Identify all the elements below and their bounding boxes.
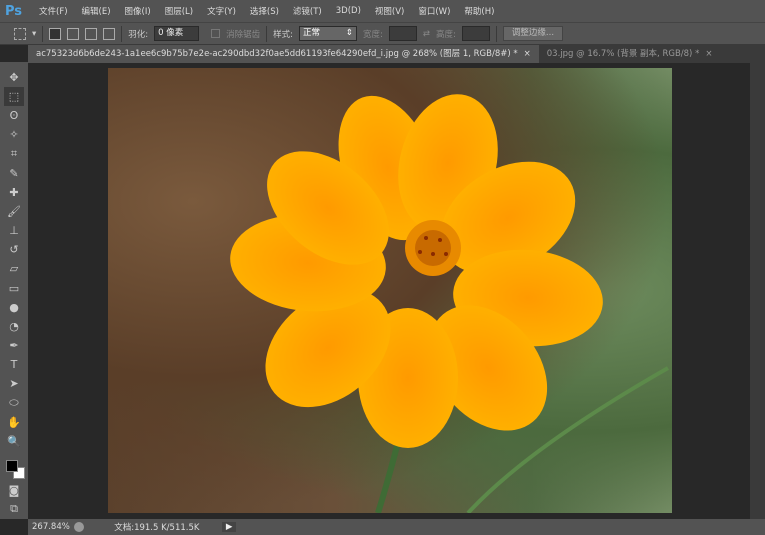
menu-bar: Ps 文件(F) 编辑(E) 图像(I) 图层(L) 文字(Y) 选择(S) 滤… [0,0,765,22]
status-bar: 267.84% 文档:191.5 K/511.5K ▶ [28,519,765,535]
brush-tool-icon[interactable]: 🖌 [4,202,24,221]
vertical-scrollbar[interactable] [750,63,765,519]
menu-view[interactable]: 视图(V) [368,5,411,17]
marquee-tool-icon[interactable]: ⬚ [4,87,24,107]
canvas-image-flower[interactable] [108,68,672,513]
shape-tool-icon[interactable]: ⬭ [4,393,24,412]
pen-tool-icon[interactable]: ✒ [4,336,24,355]
photoshop-logo: Ps [5,3,23,19]
swap-icon[interactable]: ⇄ [423,29,430,39]
width-label: 宽度: [363,29,383,40]
dodge-tool-icon[interactable]: ◔ [4,317,24,336]
menu-help[interactable]: 帮助(H) [457,5,501,17]
antialias-label: 消除锯齿 [226,29,261,40]
document-size: 文档:191.5 K/511.5K [114,523,200,533]
tab-label: ac75323d6b6de243-1a1ee6c9b75b7e2e-ac290d… [36,49,518,59]
style-select[interactable]: 正常 ⇕ [299,26,358,41]
magic-wand-icon[interactable]: ✧ [4,125,24,144]
menu-window[interactable]: 窗口(W) [411,5,457,17]
zoom-tool-icon[interactable]: 🔍 [4,432,24,451]
subtract-selection-icon[interactable] [85,27,98,40]
quick-mask-icon[interactable]: ◙ [4,481,24,500]
divider [42,25,44,42]
menu-3d[interactable]: 3D(D) [329,6,368,16]
crop-tool-icon[interactable]: ⌗ [4,145,24,164]
add-selection-icon[interactable] [67,27,80,40]
close-icon[interactable]: × [705,49,712,59]
menu-filter[interactable]: 滤镜(T) [286,5,329,17]
menu-image[interactable]: 图像(I) [118,5,158,17]
divider [121,25,123,42]
divider [495,25,497,42]
refine-edge-button[interactable]: 调整边缘... [502,26,564,41]
color-swatches[interactable] [3,455,25,481]
chevron-updown-icon: ⇕ [345,28,354,38]
height-input[interactable] [461,26,490,41]
tab-label: 03.jpg @ 16.7% (背景 副本, RGB/8) * [546,49,700,59]
marquee-preset-icon[interactable] [14,27,26,40]
antialias-checkbox[interactable] [211,29,221,38]
feather-label: 羽化: [128,29,149,40]
path-selection-icon[interactable]: ➤ [4,374,24,393]
history-brush-icon[interactable]: ↺ [4,240,24,259]
foreground-color-swatch[interactable] [6,459,18,472]
status-menu-arrow-icon[interactable]: ▶ [221,522,237,532]
clone-stamp-icon[interactable]: ⊥ [4,221,24,240]
menu-select[interactable]: 选择(S) [243,5,286,17]
feather-input[interactable]: 0 像素 [154,26,200,41]
screen-mode-icon[interactable]: ⧉ [4,500,24,519]
style-value: 正常 [303,28,321,38]
hand-tool-icon[interactable]: ✋ [4,413,24,432]
tab-document-2[interactable]: 03.jpg @ 16.7% (背景 副本, RGB/8) * × [539,45,721,63]
tab-document-1[interactable]: ac75323d6b6de243-1a1ee6c9b75b7e2e-ac290d… [28,45,539,63]
lasso-tool-icon[interactable]: ʘ [4,106,24,125]
info-icon[interactable] [73,522,84,532]
flower-illustration [230,94,669,513]
menu-edit[interactable]: 编辑(E) [75,5,118,17]
menu-type[interactable]: 文字(Y) [200,5,243,17]
blur-tool-icon[interactable]: ● [4,298,24,317]
intersect-selection-icon[interactable] [103,27,116,40]
style-label: 样式: [273,29,294,40]
eraser-icon[interactable]: ▱ [4,259,24,278]
height-label: 高度: [436,29,456,40]
zoom-level[interactable]: 267.84% [28,522,74,532]
width-input[interactable] [388,26,417,41]
divider [266,25,268,42]
tools-panel: ✥ ⬚ ʘ ✧ ⌗ ✎ ✚ 🖌 ⊥ ↺ ▱ ▭ ● ◔ ✒ T ➤ ⬭ ✋ 🔍 … [0,62,28,519]
document-tabs: ac75323d6b6de243-1a1ee6c9b75b7e2e-ac290d… [28,45,765,63]
gradient-tool-icon[interactable]: ▭ [4,279,24,298]
new-selection-icon[interactable] [49,27,62,40]
type-tool-icon[interactable]: T [4,355,24,374]
healing-brush-icon[interactable]: ✚ [4,183,24,202]
chevron-down-icon[interactable]: ▾ [32,29,36,39]
eyedropper-icon[interactable]: ✎ [4,164,24,183]
move-tool-icon[interactable]: ✥ [4,68,24,87]
menu-layer[interactable]: 图层(L) [158,5,200,17]
options-bar: ▾ 羽化: 0 像素 消除锯齿 样式: 正常 ⇕ 宽度: ⇄ 高度: 调整边缘..… [0,22,765,45]
close-icon[interactable]: × [524,49,531,59]
menu-file[interactable]: 文件(F) [32,5,75,17]
